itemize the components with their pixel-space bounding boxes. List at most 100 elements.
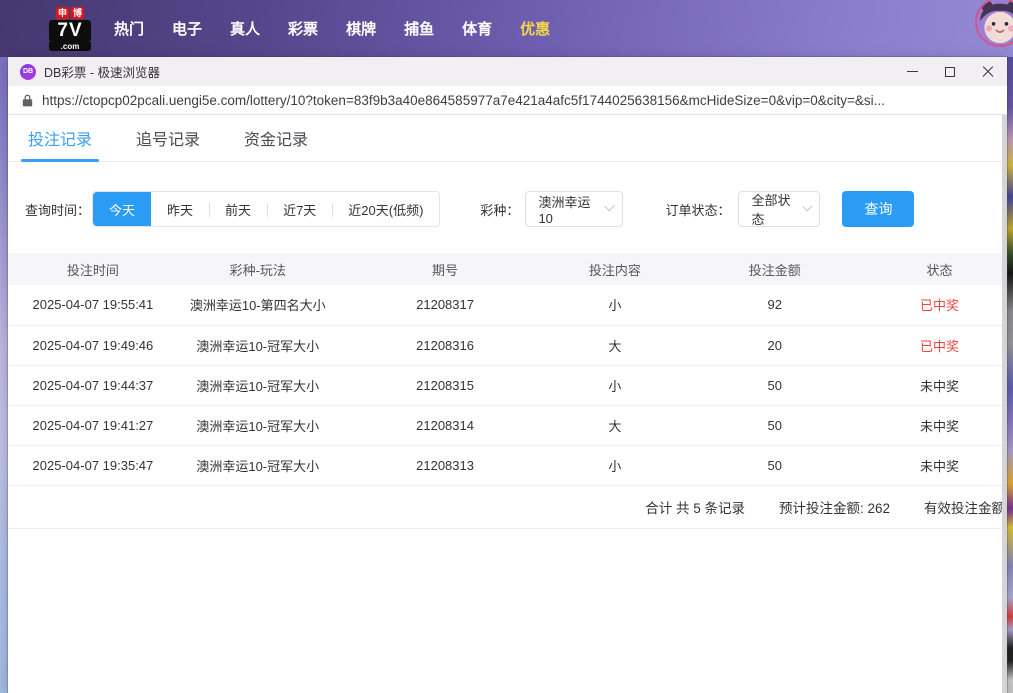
avatar-cartoon-face	[977, 0, 1013, 45]
table-row: 2025-04-07 19:44:37 澳洲幸运10-冠军大小 21208315…	[8, 365, 1007, 405]
cell-status: 已中奖	[872, 285, 1007, 325]
time-filter-group: 今天 昨天 前天 近7天 近20天(低频)	[92, 191, 440, 227]
cell-issue: 21208313	[338, 445, 553, 485]
tab-fund-records[interactable]: 资金记录	[244, 115, 308, 161]
time-option-20days[interactable]: 近20天(低频)	[332, 192, 439, 226]
nav-item-board[interactable]: 棋牌	[346, 18, 376, 39]
header-bet-amount: 投注金额	[677, 253, 872, 285]
cell-issue: 21208316	[338, 325, 553, 365]
cell-status: 未中奖	[872, 405, 1007, 445]
window-title: DB彩票 - 极速浏览器	[44, 62, 160, 81]
cell-bet-amount: 92	[677, 285, 872, 325]
cell-game-play: 澳洲幸运10-冠军大小	[178, 325, 338, 365]
nav-item-slots[interactable]: 电子	[172, 18, 202, 39]
page-content: 投注记录 追号记录 资金记录 查询时间： 今天 昨天 前天 近7天 近20天(低…	[8, 115, 1007, 693]
time-option-7days[interactable]: 近7天	[267, 192, 332, 226]
cell-bet-time: 2025-04-07 19:41:27	[8, 405, 178, 445]
lottery-select-value: 澳洲幸运10	[538, 192, 598, 226]
site-logo[interactable]: 申 博 7V .com	[48, 7, 92, 51]
time-option-today[interactable]: 今天	[93, 192, 151, 226]
cell-bet-time: 2025-04-07 19:35:47	[8, 445, 178, 485]
nav-item-sports[interactable]: 体育	[462, 18, 492, 39]
chevron-down-icon	[802, 201, 813, 212]
cell-bet-time: 2025-04-07 19:49:46	[8, 325, 178, 365]
cell-bet-amount: 20	[677, 325, 872, 365]
site-top-nav: 申 博 7V .com 热门 电子 真人 彩票 棋牌 捕鱼 体育 优惠	[0, 0, 1013, 57]
summary-expected-amount: 预计投注金额: 262	[779, 497, 890, 517]
header-bet-time: 投注时间	[8, 253, 178, 285]
window-title-bar[interactable]: DB DB彩票 - 极速浏览器	[8, 57, 1007, 86]
close-button[interactable]	[969, 57, 1007, 86]
logo-main: 7V	[49, 20, 91, 42]
table-row: 2025-04-07 19:49:46 澳洲幸运10-冠军大小 21208316…	[8, 325, 1007, 365]
address-bar[interactable]: https://ctopcp02pcali.uengi5e.com/lotter…	[8, 86, 1007, 115]
header-issue: 期号	[338, 253, 553, 285]
cell-game-play: 澳洲幸运10-冠军大小	[178, 445, 338, 485]
user-avatar[interactable]	[975, 0, 1013, 47]
table-header-row: 投注时间 彩种-玩法 期号 投注内容 投注金额 状态	[8, 253, 1007, 285]
cell-bet-amount: 50	[677, 445, 872, 485]
logo-suffix: .com	[49, 42, 91, 51]
time-filter-label: 查询时间：	[25, 200, 90, 219]
cell-bet-time: 2025-04-07 19:44:37	[8, 365, 178, 405]
logo-badge-1: 申	[56, 7, 69, 19]
order-status-select[interactable]: 全部状态	[738, 191, 820, 227]
cell-status: 已中奖	[872, 325, 1007, 365]
nav-item-fishing[interactable]: 捕鱼	[404, 18, 434, 39]
cell-game-play: 澳洲幸运10-冠军大小	[178, 405, 338, 445]
page-edge-right	[1007, 57, 1013, 693]
cell-bet-content: 小	[552, 285, 677, 325]
table-row: 2025-04-07 19:41:27 澳洲幸运10-冠军大小 21208314…	[8, 405, 1007, 445]
cell-issue: 21208317	[338, 285, 553, 325]
url-text[interactable]: https://ctopcp02pcali.uengi5e.com/lotter…	[42, 93, 885, 108]
cell-status: 未中奖	[872, 445, 1007, 485]
cell-bet-time: 2025-04-07 19:55:41	[8, 285, 178, 325]
tab-bet-records[interactable]: 投注记录	[28, 115, 92, 161]
lottery-filter-label: 彩种：	[480, 200, 519, 219]
logo-badge-2: 博	[71, 7, 84, 19]
lottery-select[interactable]: 澳洲幸运10	[525, 191, 623, 227]
summary-total-count: 合计 共 5 条记录	[645, 497, 745, 517]
maximize-button[interactable]	[931, 57, 969, 86]
cell-bet-content: 大	[552, 325, 677, 365]
cell-issue: 21208315	[338, 365, 553, 405]
nav-item-lottery[interactable]: 彩票	[288, 18, 318, 39]
browser-window: DB DB彩票 - 极速浏览器 https://ctopcp02pcali.ue…	[8, 57, 1007, 693]
logo-badges: 申 博	[56, 7, 84, 19]
minimize-button[interactable]	[893, 57, 931, 86]
header-game-play: 彩种-玩法	[178, 253, 338, 285]
table-summary-row: 合计 共 5 条记录 预计投注金额: 262 有效投注金额	[8, 486, 1007, 529]
cell-bet-content: 小	[552, 445, 677, 485]
cell-bet-content: 大	[552, 405, 677, 445]
cell-bet-amount: 50	[677, 365, 872, 405]
header-status: 状态	[872, 253, 1007, 285]
lock-icon	[22, 94, 33, 107]
cell-bet-content: 小	[552, 365, 677, 405]
header-bet-content: 投注内容	[552, 253, 677, 285]
cell-game-play: 澳洲幸运10-第四名大小	[178, 285, 338, 325]
close-icon	[982, 66, 994, 78]
time-option-yesterday[interactable]: 昨天	[151, 192, 209, 226]
page-edge-left	[0, 57, 8, 693]
record-tab-bar: 投注记录 追号记录 资金记录	[8, 115, 1007, 162]
cell-bet-amount: 50	[677, 405, 872, 445]
bet-records-table: 投注时间 彩种-玩法 期号 投注内容 投注金额 状态 2025-04-07 19…	[8, 253, 1007, 486]
nav-item-live[interactable]: 真人	[230, 18, 260, 39]
nav-item-hot[interactable]: 热门	[114, 18, 144, 39]
minimize-icon	[907, 71, 918, 72]
screen: 申 博 7V .com 热门 电子 真人 彩票 棋牌 捕鱼 体育 优惠	[0, 0, 1013, 693]
nav-item-promo[interactable]: 优惠	[520, 18, 550, 39]
scrollbar[interactable]	[1002, 115, 1007, 693]
table-row: 2025-04-07 19:35:47 澳洲幸运10-冠军大小 21208313…	[8, 445, 1007, 485]
tab-chase-records[interactable]: 追号记录	[136, 115, 200, 161]
filter-row: 查询时间： 今天 昨天 前天 近7天 近20天(低频) 彩种： 澳洲幸运10 订…	[8, 191, 1007, 227]
chevron-down-icon	[604, 201, 615, 212]
cell-game-play: 澳洲幸运10-冠军大小	[178, 365, 338, 405]
site-nav-menu: 热门 电子 真人 彩票 棋牌 捕鱼 体育 优惠	[114, 18, 550, 39]
cell-issue: 21208314	[338, 405, 553, 445]
order-status-value: 全部状态	[751, 190, 795, 228]
search-button[interactable]: 查询	[842, 191, 914, 227]
maximize-icon	[945, 67, 955, 77]
time-option-day-before[interactable]: 前天	[209, 192, 267, 226]
summary-valid-amount: 有效投注金额	[924, 497, 1005, 517]
